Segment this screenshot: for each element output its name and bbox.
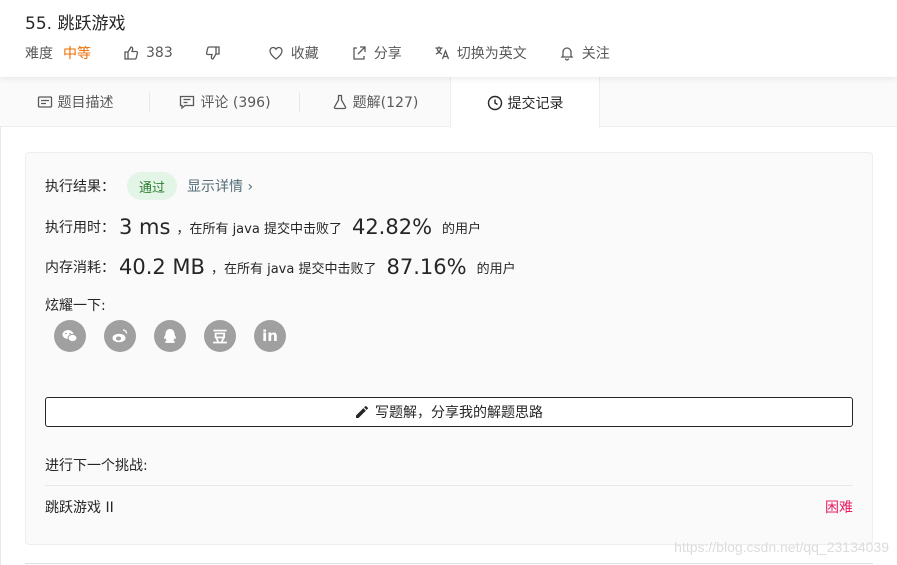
difficulty-label: 难度 [25,46,53,62]
translate-icon [435,46,449,60]
write-solution-label: 写题解，分享我的解题思路 [375,405,543,421]
runtime-suffix: 的用户 [442,221,482,237]
problem-meta-bar: 难度 中等 383 收藏 分享 切换为英文 关注 [25,43,642,63]
tab-comments[interactable]: 评论 (396) [150,77,300,127]
share-section-label: 炫耀一下: [45,298,106,314]
status-badge: 通过 [127,172,178,200]
next-challenge-difficulty: 困难 [825,500,853,516]
thumbs-up-icon [124,46,139,60]
tab-submissions[interactable]: 提交记录 [450,77,600,128]
difficulty-value: 中等 [63,46,91,62]
tab-description[interactable]: 题目描述 [0,77,150,127]
memory-label: 内存消耗： [45,260,115,276]
follow-label: 关注 [581,46,610,62]
collect-label: 收藏 [290,46,319,62]
runtime-label: 执行用时： [45,220,115,236]
share-label-row: 炫耀一下: [45,295,106,315]
comment-icon [180,95,195,110]
like-count: 383 [146,45,173,61]
switch-language-button[interactable]: 切换为英文 [434,43,527,63]
result-row: 执行结果： 通过 显示详情 › [45,172,253,200]
submission-result-card: 执行结果： 通过 显示详情 › 执行用时： 3 ms ，在所有 java 提交中… [25,152,873,545]
problem-tabs: 题目描述 评论 (396) 题解(127) 提交记录 [0,77,897,128]
memory-percent: 87.16% [386,255,467,279]
next-challenge-label: 进行下一个挑战: [45,458,148,474]
tab-solutions[interactable]: 题解(127) [300,77,450,127]
wechat-icon[interactable] [54,320,86,352]
switch-language-label: 切换为英文 [456,46,527,62]
share-icon [353,46,366,60]
runtime-text: ，在所有 java 提交中击败了 [176,221,342,237]
social-share-icons: 豆 in [54,320,304,352]
heart-icon [269,46,283,60]
tab-comments-label: 评论 (396) [200,95,271,111]
follow-button[interactable]: 关注 [559,43,610,63]
result-label: 执行结果： [45,179,115,195]
share-button[interactable]: 分享 [351,43,402,63]
tab-solutions-label: 题解(127) [352,95,419,111]
tab-submissions-label: 提交记录 [507,95,564,112]
dislike-button[interactable] [205,45,228,61]
memory-text: ，在所有 java 提交中击败了 [210,261,377,277]
tab-description-label: 题目描述 [57,95,114,111]
clock-icon [487,95,502,110]
bell-icon [560,47,574,61]
linkedin-icon[interactable]: in [254,320,286,352]
collect-button[interactable]: 收藏 [268,43,319,63]
runtime-value: 3 ms [119,215,171,239]
next-challenge-problem-link[interactable]: 跳跃游戏 II [45,497,114,517]
memory-suffix: 的用户 [476,261,516,277]
pencil-icon [356,405,369,418]
thumbs-down-icon [205,46,220,60]
section-divider [25,563,873,564]
watermark: https://blog.csdn.net/qq_23134039 [674,539,889,555]
next-challenge-divider [45,485,853,486]
weibo-icon[interactable] [104,320,136,352]
problem-title: 55. 跳跃游戏 [25,14,126,34]
share-label: 分享 [373,46,402,62]
problem-header: 55. 跳跃游戏 难度 中等 383 收藏 分享 切换为英文 关注 [0,0,897,77]
runtime-percent: 42.82% [351,215,433,239]
memory-row: 内存消耗： 40.2 MB ，在所有 java 提交中击败了 87.16% 的用… [45,255,516,279]
runtime-row: 执行用时： 3 ms ，在所有 java 提交中击败了 42.82% 的用户 [45,215,481,239]
content-left-border [0,127,1,565]
write-solution-button[interactable]: 写题解，分享我的解题思路 [45,397,853,427]
description-icon [37,96,52,108]
show-details-link[interactable]: 显示详情 › [187,176,253,196]
douban-icon[interactable]: 豆 [204,320,236,352]
like-button[interactable]: 383 [123,45,173,61]
qq-icon[interactable] [154,320,186,352]
memory-value: 40.2 MB [119,255,205,279]
flask-icon [333,94,346,110]
